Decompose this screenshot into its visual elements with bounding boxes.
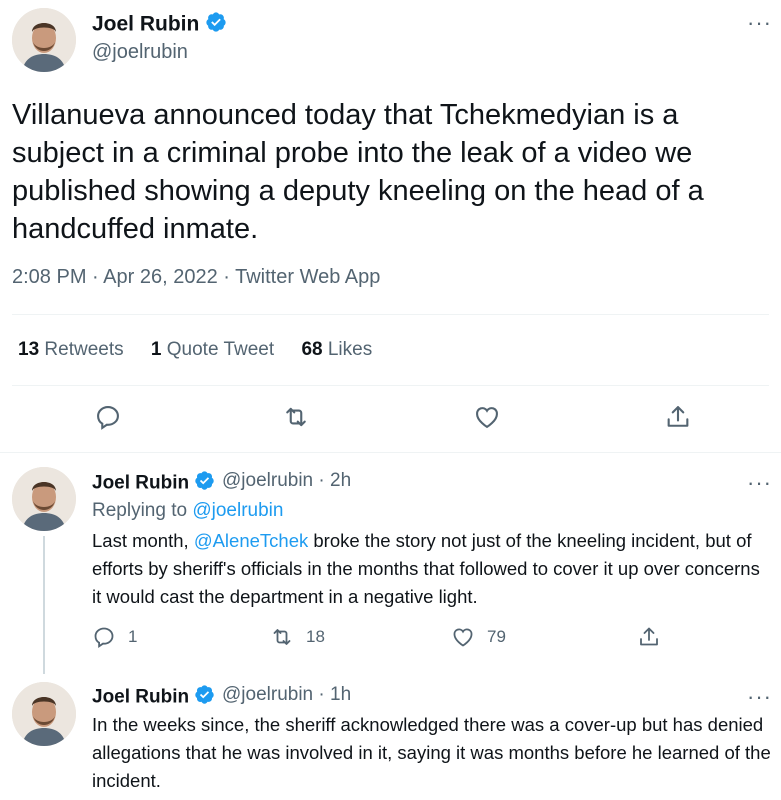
reply-author-name[interactable]: Joel Rubin [92,687,189,708]
quotes-label: Quote Tweet [166,339,275,360]
retweets-label: Retweets [44,339,124,360]
like-icon [476,407,498,429]
reply-count: 1 [128,627,138,646]
replying-prefix: Replying to [92,500,188,521]
reply-author[interactable]: Joel Rubin [92,684,215,711]
reply-avatar[interactable] [12,682,76,746]
reply-text-part: Last month, [92,530,194,551]
divider [0,452,781,453]
verified-badge-icon [194,684,215,711]
share-icon [640,627,658,646]
retweet-button[interactable] [282,403,310,431]
reply-text: In the weeks since, the sheriff acknowle… [92,714,771,791]
verified-badge-icon [205,11,227,39]
author-avatar[interactable] [12,8,76,72]
quotes-stat[interactable]: 1 Quote Tweet [151,339,274,360]
retweet-button[interactable]: 18 [270,625,325,649]
thread-line [43,536,45,674]
retweet-icon [273,629,291,645]
share-button[interactable] [664,403,692,431]
more-icon[interactable]: ··· [747,472,772,494]
like-button[interactable] [473,403,501,431]
tweet-source[interactable]: Twitter Web App [235,266,380,288]
like-icon [453,628,473,647]
reply-age[interactable]: 1h [330,684,351,705]
divider [12,314,769,315]
reply-icon [97,406,119,430]
more-icon[interactable]: ··· [747,12,772,34]
reply-icon [94,627,114,649]
meta-separator: · [217,266,236,288]
replying-to: Replying to @joelrubin [92,500,283,522]
retweets-count: 13 [18,339,40,360]
tweet-meta: 2:08 PM · Apr 26, 2022 · Twitter Web App [12,266,380,289]
likes-label: Likes [327,339,373,360]
tweet-time[interactable]: 2:08 PM [12,266,86,288]
tweet-date[interactable]: Apr 26, 2022 [103,266,218,288]
reply-text: Last month, @AleneTchek broke the story … [92,527,772,611]
likes-stat[interactable]: 68 Likes [301,339,372,360]
like-button[interactable]: 79 [451,625,506,649]
meta-separator: · [86,266,104,288]
reply-handle[interactable]: @joelrubin [222,684,313,705]
reply-button[interactable]: 1 [92,625,137,649]
reply-avatar[interactable] [12,467,76,531]
reply-handle-line: @joelrubin · 2h [222,470,352,491]
reply-handle[interactable]: @joelrubin [222,470,313,491]
mention-link[interactable]: @AleneTchek [194,530,308,551]
likes-count: 68 [301,339,323,360]
share-button[interactable] [637,625,673,649]
author-name-text[interactable]: Joel Rubin [92,13,199,36]
reply-age[interactable]: 2h [330,470,351,491]
quotes-count: 1 [150,339,162,360]
author-handle[interactable]: @joelrubin [92,41,188,64]
reply-author[interactable]: Joel Rubin [92,470,215,497]
more-icon[interactable]: ··· [747,686,772,708]
reply-author-name[interactable]: Joel Rubin [92,473,189,494]
reply-button[interactable] [94,403,122,431]
author-name[interactable]: Joel Rubin [92,11,227,39]
verified-badge-icon [194,470,215,497]
tweet-text: Villanueva announced today that Tchekmed… [12,99,704,245]
divider [12,385,769,386]
like-count: 79 [487,627,506,646]
reply-handle-line: @joelrubin · 1h [222,684,352,705]
retweet-icon [286,407,306,427]
retweet-count: 18 [306,627,325,646]
retweets-stat[interactable]: 13 Retweets [18,339,124,360]
replying-to-link[interactable]: @joelrubin [192,500,283,521]
share-icon [667,406,689,427]
tweet-stats: 13 Retweets 1 Quote Tweet 68 Likes [18,339,394,361]
